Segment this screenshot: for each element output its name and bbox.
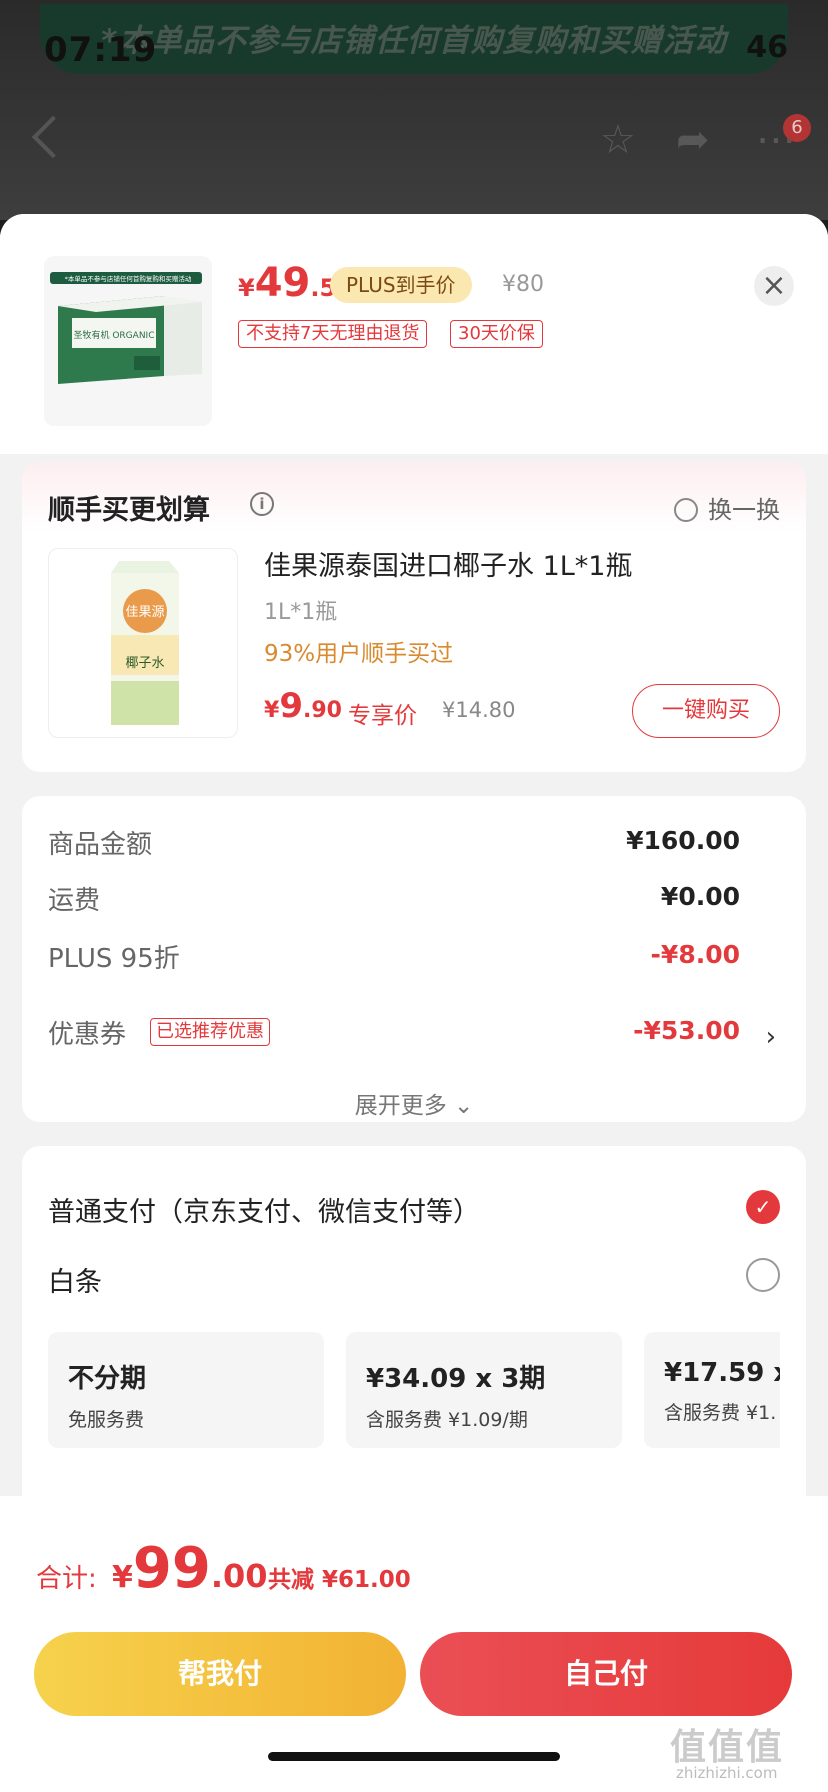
refresh-icon	[674, 498, 698, 522]
total-price: ¥99.00	[112, 1536, 268, 1601]
product-image-brand: 圣牧有机 ORGANIC	[73, 329, 154, 341]
watermark-url: zhizhizhi.com	[676, 1764, 778, 1782]
self-pay-button[interactable]: 自己付	[420, 1632, 792, 1716]
help-pay-button[interactable]: 帮我付	[34, 1632, 406, 1716]
total-saved: 共减 ¥61.00	[268, 1567, 411, 1593]
watermark: 值值值	[670, 1727, 785, 1768]
normal-pay-option[interactable]: 普通支付（京东支付、微信支付等）	[48, 1190, 480, 1229]
no-return-tag: 不支持7天无理由退货	[238, 320, 428, 348]
addon-image[interactable]: 佳果源 椰子水	[48, 548, 238, 738]
addon-card: 顺手买更划算 i 换一换 佳果源 椰子水 佳果源泰国进口椰子水 1L*1瓶 1L…	[22, 462, 806, 772]
plus-discount-value: -¥8.00	[650, 940, 740, 969]
coupon-label[interactable]: 优惠券	[48, 1014, 126, 1051]
product-price: ¥49.5	[238, 260, 337, 306]
addon-price: ¥9.90	[264, 686, 342, 726]
info-icon[interactable]: i	[250, 492, 274, 516]
baitiao-pay-radio[interactable]	[746, 1258, 780, 1292]
original-price: ¥80	[502, 272, 544, 297]
goods-amount-value: ¥160.00	[626, 826, 740, 855]
background-page: *本单品不参与店铺任何首购复购和买赠活动 07:19 46 ☆ ➦ ⋯ 6	[0, 0, 828, 220]
product-header: *本单品不参与店铺任何首购复购和买赠活动 圣牧有机 ORGANIC ¥49.5 …	[0, 214, 828, 454]
normal-pay-radio-checked[interactable]: ✓	[746, 1190, 780, 1224]
star-icon[interactable]: ☆	[600, 120, 636, 160]
plan-no-installment[interactable]: 不分期 免服务费	[48, 1332, 324, 1448]
product-image: *本单品不参与店铺任何首购复购和买赠活动 圣牧有机 ORGANIC	[44, 256, 212, 426]
addon-original-price: ¥14.80	[442, 698, 516, 722]
payment-card: 普通支付（京东支付、微信支付等） ✓ 白条 不分期 免服务费 ¥34.09 x …	[22, 1146, 806, 1546]
price-summary-card: 商品金额 ¥160.00 运费 ¥0.00 PLUS 95折 -¥8.00 优惠…	[22, 796, 806, 1122]
swap-label: 换一换	[708, 496, 780, 524]
plus-discount-label: PLUS 95折	[48, 944, 180, 974]
addon-title: 顺手买更划算	[48, 495, 210, 526]
checkout-bar: 合计: ¥99.00 共减 ¥61.00 帮我付 自己付 值值值 zhizhiz…	[0, 1496, 828, 1792]
plus-price-tag: PLUS到手价	[330, 267, 472, 303]
goods-amount-label: 商品金额	[48, 830, 153, 860]
plan-6-months[interactable]: ¥17.59 x 含服务费 ¥1.	[644, 1332, 780, 1448]
addon-spec: 1L*1瓶	[264, 600, 338, 625]
shipping-label: 运费	[48, 886, 101, 916]
home-indicator[interactable]	[268, 1752, 560, 1761]
addon-image-brand: 佳果源	[125, 605, 164, 620]
share-icon[interactable]: ➦	[676, 120, 710, 160]
cart-badge: 6	[783, 114, 811, 142]
chevron-right-icon[interactable]: ›	[766, 1022, 776, 1052]
close-icon[interactable]: ×	[754, 266, 794, 306]
back-arrow-icon[interactable]	[31, 115, 75, 159]
addon-name[interactable]: 佳果源泰国进口椰子水 1L*1瓶	[264, 544, 632, 583]
swap-button[interactable]: 换一换	[674, 490, 780, 525]
one-click-buy-button[interactable]: 一键购买	[632, 684, 780, 738]
addon-image-name: 椰子水	[125, 656, 164, 671]
purchase-sheet: *本单品不参与店铺任何首购复购和买赠活动 圣牧有机 ORGANIC ¥49.5 …	[0, 214, 828, 1792]
plan-3-months[interactable]: ¥34.09 x 3期 含服务费 ¥1.09/期	[346, 1332, 622, 1448]
installment-plans: 不分期 免服务费 ¥34.09 x 3期 含服务费 ¥1.09/期 ¥17.59…	[48, 1332, 780, 1452]
status-battery: 46	[746, 30, 788, 65]
product-image-banner: *本单品不参与店铺任何首购复购和买赠活动	[65, 274, 192, 283]
price-protect-tag: 30天价保	[450, 320, 543, 348]
total-label: 合计:	[36, 1564, 97, 1594]
status-time: 07:19	[44, 30, 158, 70]
addon-buyers: 93%用户顺手买过	[264, 641, 454, 667]
coupon-value[interactable]: -¥53.00	[633, 1016, 740, 1045]
baitiao-pay-option[interactable]: 白条	[48, 1260, 102, 1299]
expand-more-button[interactable]: 展开更多 ⌄	[22, 1086, 806, 1120]
shipping-value: ¥0.00	[660, 882, 740, 911]
coupon-tag: 已选推荐优惠	[150, 1018, 270, 1046]
addon-exclusive-label: 专享价	[348, 703, 417, 729]
